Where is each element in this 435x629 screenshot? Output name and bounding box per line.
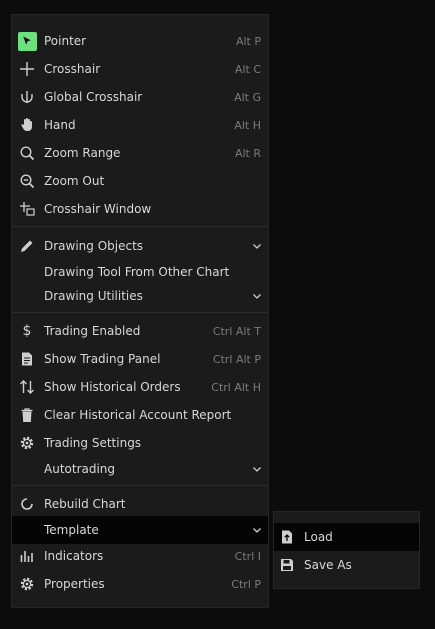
shortcut-text: Ctrl P (231, 577, 261, 591)
menu-item-label: Properties (44, 577, 105, 591)
shortcut-text: Alt P (235, 34, 261, 48)
menu-item-zoom-range[interactable]: Zoom Range Alt R (12, 139, 268, 167)
submenu-item-label: Save As (304, 558, 352, 572)
chevron-down-icon (252, 241, 262, 251)
menu-item-autotrading[interactable]: Autotrading (12, 455, 268, 483)
shortcut-text: Ctrl I (234, 549, 261, 563)
zoom-range-icon (17, 143, 37, 163)
crosshair-window-icon (17, 199, 37, 219)
menu-item-crosshair[interactable]: Crosshair Alt C (12, 55, 268, 83)
menu-divider (12, 312, 268, 313)
chart-context-menu: Pointer Alt P Crosshair Alt C Global Cro… (11, 14, 269, 608)
menu-item-label: Hand (44, 118, 76, 132)
submenu-item-save-as[interactable]: Save As (274, 551, 419, 579)
global-crosshair-icon (17, 87, 37, 107)
menu-item-label: Crosshair Window (44, 202, 152, 216)
pencil-icon (17, 236, 37, 256)
menu-item-rebuild-chart[interactable]: Rebuild Chart (12, 490, 268, 518)
shortcut-text: Alt G (234, 90, 261, 104)
chevron-down-icon (252, 525, 262, 535)
save-icon (277, 555, 297, 575)
menu-divider (12, 485, 268, 486)
menu-item-label: Global Crosshair (44, 90, 143, 104)
menu-item-drawing-objects[interactable]: Drawing Objects (12, 232, 268, 260)
chevron-down-icon (252, 464, 262, 474)
submenu-item-label: Load (304, 530, 333, 544)
menu-item-label: Pointer (44, 34, 87, 48)
menu-item-label: Indicators (44, 549, 104, 563)
menu-item-zoom-out[interactable]: Zoom Out (12, 167, 268, 195)
gear-icon (17, 433, 37, 453)
menu-item-label: Drawing Utilities (44, 289, 143, 303)
menu-item-label: Trading Enabled (44, 324, 141, 338)
menu-item-label: Crosshair (44, 62, 101, 76)
up-down-arrows-icon (17, 377, 37, 397)
menu-item-label: Show Historical Orders (44, 380, 181, 394)
menu-item-pointer[interactable]: Pointer Alt P (12, 27, 268, 55)
menu-item-label: Drawing Objects (44, 239, 144, 253)
menu-item-trading-enabled[interactable]: $ Trading Enabled Ctrl Alt T (12, 317, 268, 345)
menu-item-label: Template (44, 523, 99, 537)
menu-item-label: Zoom Out (44, 174, 105, 188)
crosshair-icon (17, 59, 37, 79)
menu-item-global-crosshair[interactable]: Global Crosshair Alt G (12, 83, 268, 111)
submenu-item-load[interactable]: Load (274, 523, 419, 551)
menu-item-show-historical-orders[interactable]: Show Historical Orders Ctrl Alt H (12, 373, 268, 401)
menu-item-label: Zoom Range (44, 146, 121, 160)
load-file-icon (277, 527, 297, 547)
pointer-icon (17, 31, 37, 51)
refresh-icon (17, 494, 37, 514)
trash-icon (17, 405, 37, 425)
shortcut-text: Alt H (234, 118, 261, 132)
menu-item-drawing-utilities[interactable]: Drawing Utilities (12, 282, 268, 310)
chevron-down-icon (252, 291, 262, 301)
menu-item-indicators[interactable]: Indicators Ctrl I (12, 542, 268, 570)
shortcut-text: Ctrl Alt P (212, 352, 261, 366)
menu-item-hand[interactable]: Hand Alt H (12, 111, 268, 139)
menu-item-clear-historical-account-report[interactable]: Clear Historical Account Report (12, 401, 268, 429)
document-icon (17, 349, 37, 369)
menu-item-properties[interactable]: Properties Ctrl P (12, 570, 268, 598)
hand-icon (17, 115, 37, 135)
bar-chart-icon (17, 546, 37, 566)
menu-item-crosshair-window[interactable]: Crosshair Window (12, 195, 268, 223)
menu-item-label: Trading Settings (44, 436, 142, 450)
shortcut-text: Alt C (234, 62, 261, 76)
shortcut-text: Alt R (234, 146, 261, 160)
menu-item-label: Clear Historical Account Report (44, 408, 232, 422)
shortcut-text: Ctrl Alt H (211, 380, 261, 394)
menu-item-template[interactable]: Template (12, 516, 268, 544)
menu-item-label: Show Trading Panel (44, 352, 161, 366)
gear-icon (17, 574, 37, 594)
menu-item-label: Rebuild Chart (44, 497, 126, 511)
dollar-icon: $ (22, 323, 32, 339)
menu-divider (12, 226, 268, 227)
shortcut-text: Ctrl Alt T (212, 324, 261, 338)
menu-item-trading-settings[interactable]: Trading Settings (12, 429, 268, 457)
menu-item-show-trading-panel[interactable]: Show Trading Panel Ctrl Alt P (12, 345, 268, 373)
menu-item-label: Drawing Tool From Other Chart (44, 265, 230, 279)
menu-item-label: Autotrading (44, 462, 116, 476)
template-submenu: Load Save As (273, 511, 420, 589)
zoom-out-icon (17, 171, 37, 191)
